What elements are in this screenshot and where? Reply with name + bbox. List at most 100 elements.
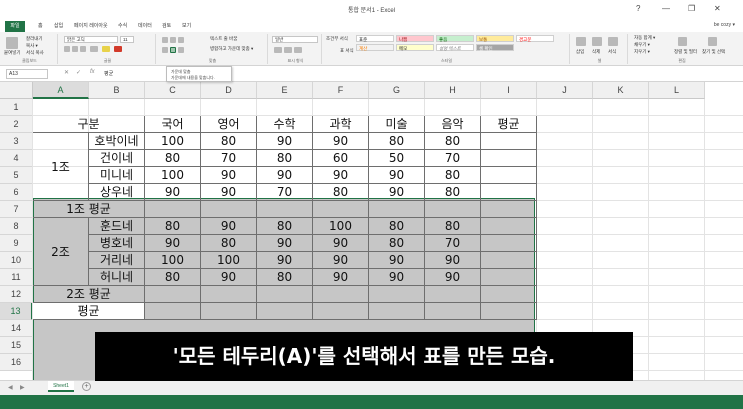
score-cell[interactable]: 80 xyxy=(257,269,313,286)
column-header-h[interactable]: H xyxy=(425,82,481,99)
header-cell[interactable]: 국어 xyxy=(145,116,201,133)
name-cell[interactable]: 미니네 xyxy=(89,167,145,184)
copy-button[interactable]: 복사 ▾ xyxy=(26,43,38,49)
style-good[interactable]: 좋음 xyxy=(436,35,474,42)
format-cells-icon[interactable] xyxy=(608,37,618,46)
header-cell[interactable]: 평균 xyxy=(481,116,537,133)
group-average-cell[interactable] xyxy=(425,286,481,303)
font-name-select[interactable]: 맑은 고딕 xyxy=(64,36,118,43)
score-cell[interactable]: 90 xyxy=(369,167,425,184)
add-sheet-button[interactable]: + xyxy=(82,382,91,391)
fill-color-icon[interactable] xyxy=(102,46,110,52)
column-header-i[interactable]: I xyxy=(481,82,537,99)
score-cell[interactable]: 80 xyxy=(257,218,313,235)
group-average-cell[interactable] xyxy=(481,201,537,218)
score-cell[interactable]: 90 xyxy=(145,235,201,252)
tab-view[interactable]: 보기 xyxy=(182,22,191,29)
style-note[interactable]: 메모 xyxy=(396,44,434,51)
score-cell[interactable]: 90 xyxy=(313,252,369,269)
score-cell[interactable]: 100 xyxy=(145,133,201,150)
style-warning[interactable]: 경고문 xyxy=(516,35,554,42)
group-average-cell[interactable] xyxy=(201,201,257,218)
average-cell[interactable] xyxy=(481,184,537,201)
average-cell[interactable] xyxy=(481,133,537,150)
row-header-1[interactable]: 1 xyxy=(0,99,33,116)
row-header-7[interactable]: 7 xyxy=(0,201,33,218)
row-header-10[interactable]: 10 xyxy=(0,252,33,269)
row-header-15[interactable]: 15 xyxy=(0,337,33,354)
number-format-select[interactable]: 일반 xyxy=(272,36,318,43)
help-button[interactable]: ? xyxy=(636,4,640,13)
minimize-button[interactable]: — xyxy=(662,4,670,13)
sheet-nav-next-icon[interactable]: ▶ xyxy=(20,384,25,391)
score-cell[interactable]: 80 xyxy=(145,269,201,286)
score-cell[interactable]: 90 xyxy=(201,218,257,235)
score-cell[interactable]: 100 xyxy=(201,252,257,269)
table-format-button[interactable]: 표 서식 xyxy=(340,48,354,54)
underline-icon[interactable] xyxy=(80,46,86,52)
header-cell-category[interactable]: 구분 xyxy=(33,116,145,133)
overall-average-cell[interactable] xyxy=(425,303,481,320)
row-header-6[interactable]: 6 xyxy=(0,184,33,201)
score-cell[interactable]: 80 xyxy=(313,184,369,201)
group-average-label-cell[interactable]: 2조 평균 xyxy=(33,286,145,303)
group-average-label-cell[interactable]: 1조 평균 xyxy=(33,201,145,218)
score-cell[interactable]: 90 xyxy=(201,269,257,286)
score-cell[interactable]: 90 xyxy=(313,167,369,184)
tab-page-layout[interactable]: 페이지 레이아웃 xyxy=(74,22,108,29)
tab-data[interactable]: 데이터 xyxy=(138,22,152,29)
merge-center-button[interactable]: 병합하고 가운데 맞춤 ▾ xyxy=(210,46,253,52)
name-cell[interactable]: 병호네 xyxy=(89,235,145,252)
align-middle-icon[interactable] xyxy=(170,37,176,43)
header-cell[interactable]: 과학 xyxy=(313,116,369,133)
style-explanatory[interactable]: 설명 텍스트 xyxy=(436,44,474,51)
average-cell[interactable] xyxy=(481,252,537,269)
column-header-l[interactable]: L xyxy=(649,82,705,99)
average-cell[interactable] xyxy=(481,167,537,184)
restore-button[interactable]: ❐ xyxy=(688,4,695,13)
score-cell[interactable]: 90 xyxy=(369,184,425,201)
group-average-cell[interactable] xyxy=(257,201,313,218)
average-cell[interactable] xyxy=(481,218,537,235)
name-cell[interactable]: 건이네 xyxy=(89,150,145,167)
overall-average-cell[interactable] xyxy=(313,303,369,320)
group-label-cell[interactable]: 2조 xyxy=(33,218,89,286)
score-cell[interactable]: 90 xyxy=(313,133,369,150)
autosum-button[interactable]: 자동 합계 ▾ xyxy=(634,35,655,41)
score-cell[interactable]: 90 xyxy=(257,167,313,184)
group-average-cell[interactable] xyxy=(425,201,481,218)
format-button[interactable]: 서식 xyxy=(608,49,616,55)
sheet-tab-sheet1[interactable]: Sheet1 xyxy=(48,381,74,392)
column-header-d[interactable]: D xyxy=(201,82,257,99)
score-cell[interactable]: 80 xyxy=(425,184,481,201)
enter-icon[interactable]: ✓ xyxy=(76,69,81,76)
overall-average-cell[interactable] xyxy=(481,303,537,320)
select-all-corner[interactable] xyxy=(0,82,33,99)
group-average-cell[interactable] xyxy=(145,201,201,218)
score-cell[interactable]: 60 xyxy=(313,150,369,167)
score-cell[interactable]: 90 xyxy=(145,184,201,201)
name-cell[interactable]: 훈드네 xyxy=(89,218,145,235)
score-cell[interactable]: 90 xyxy=(369,269,425,286)
column-header-f[interactable]: F xyxy=(313,82,369,99)
row-header-8[interactable]: 8 xyxy=(0,218,33,235)
paste-icon[interactable] xyxy=(6,37,18,49)
style-check-cell[interactable]: 셀 확인 xyxy=(476,44,514,51)
score-cell[interactable]: 70 xyxy=(257,184,313,201)
score-cell[interactable]: 90 xyxy=(425,252,481,269)
row-header-4[interactable]: 4 xyxy=(0,150,33,167)
overall-average-label-cell[interactable]: 평균 xyxy=(33,303,145,320)
row-header-14[interactable]: 14 xyxy=(0,320,33,337)
score-cell[interactable]: 90 xyxy=(257,252,313,269)
column-header-e[interactable]: E xyxy=(257,82,313,99)
conditional-format-button[interactable]: 조건부 서식 xyxy=(326,36,352,42)
style-calc[interactable]: 계산 xyxy=(356,44,394,51)
score-cell[interactable]: 90 xyxy=(257,133,313,150)
score-cell[interactable]: 80 xyxy=(201,133,257,150)
paste-button[interactable]: 붙여넣기 xyxy=(4,50,21,56)
border-icon[interactable] xyxy=(90,46,98,52)
group-average-cell[interactable] xyxy=(369,286,425,303)
score-cell[interactable]: 90 xyxy=(313,269,369,286)
name-cell[interactable]: 거리네 xyxy=(89,252,145,269)
name-cell[interactable]: 허니네 xyxy=(89,269,145,286)
